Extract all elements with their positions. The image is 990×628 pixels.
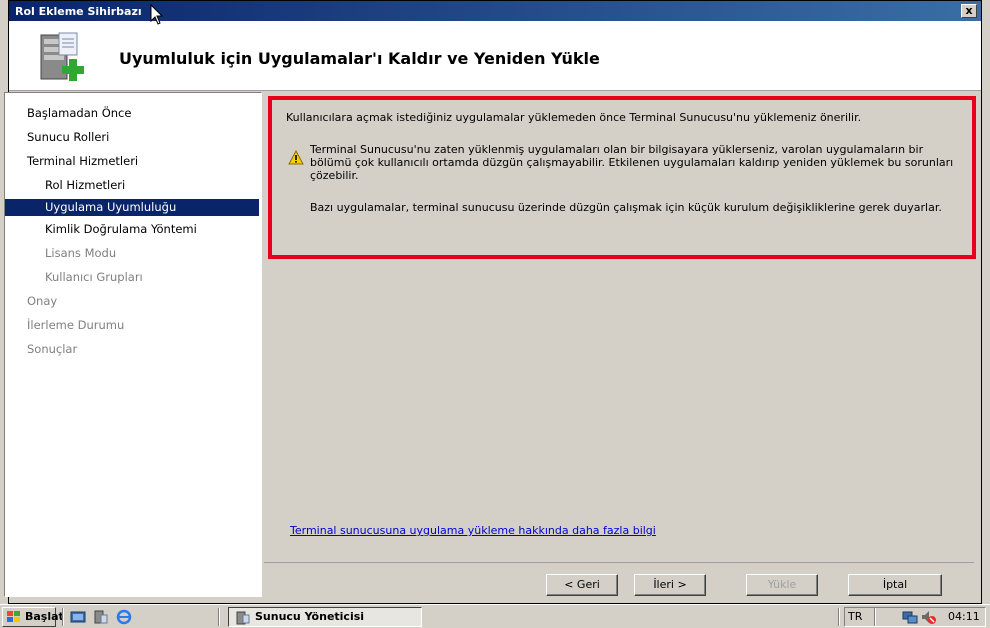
install-button[interactable]: Yükle xyxy=(746,574,818,596)
page-title: Uyumluluk için Uygulamalar'ı Kaldır ve Y… xyxy=(119,49,600,68)
network-icon[interactable] xyxy=(902,609,918,625)
cancel-button[interactable]: İptal xyxy=(848,574,942,596)
internet-explorer-icon[interactable] xyxy=(116,609,132,625)
nav-item-confirmation: Onay xyxy=(27,294,58,308)
nav-item-server-roles[interactable]: Sunucu Rolleri xyxy=(5,129,259,146)
volume-muted-icon[interactable] xyxy=(920,609,936,625)
server-manager-quicklaunch-icon[interactable] xyxy=(92,609,108,625)
back-button[interactable]: < Geri xyxy=(546,574,618,596)
server-add-icon xyxy=(40,32,84,81)
wizard-steps-nav: Başlamadan Önce Sunucu Rolleri Terminal … xyxy=(4,92,262,597)
window-title: Rol Ekleme Sihirbazı xyxy=(15,5,142,18)
language-indicator[interactable]: TR xyxy=(848,609,862,625)
nav-item-application-compatibility[interactable]: Uygulama Uyumluluğu xyxy=(5,199,259,216)
windows-logo-icon xyxy=(7,611,20,622)
server-manager-icon xyxy=(236,611,250,625)
nav-item-licensing-mode: Lisans Modu xyxy=(45,246,117,260)
taskbar-separator xyxy=(62,608,64,626)
start-label: Başlat xyxy=(25,610,64,623)
wizard-header: Uyumluluk için Uygulamalar'ı Kaldır ve Y… xyxy=(9,21,981,91)
nav-item-progress: İlerleme Durumu xyxy=(27,318,125,332)
task-sunucu-yoneticisi[interactable]: Sunucu Yöneticisi xyxy=(228,607,422,627)
nav-item-user-groups: Kullanıcı Grupları xyxy=(45,270,143,284)
nav-item-terminal-services[interactable]: Terminal Hizmetleri xyxy=(5,153,259,170)
nav-item-before-you-begin[interactable]: Başlamadan Önce xyxy=(5,105,259,122)
close-button[interactable]: x xyxy=(961,4,977,18)
clock[interactable]: 04:11 xyxy=(948,609,980,625)
mouse-cursor-icon xyxy=(150,4,164,25)
nav-item-results: Sonuçlar xyxy=(27,342,78,356)
taskbar-separator xyxy=(874,608,876,626)
next-button[interactable]: İleri > xyxy=(634,574,706,596)
nav-item-authentication-method[interactable]: Kimlik Doğrulama Yöntemi xyxy=(5,221,259,238)
task-label: Sunucu Yöneticisi xyxy=(255,610,365,623)
taskbar: Başlat Sunucu Yöneticisi TR 04:11 xyxy=(0,604,990,628)
taskbar-separator xyxy=(838,608,840,626)
taskbar-separator xyxy=(218,608,220,626)
nav-item-role-services[interactable]: Rol Hizmetleri xyxy=(5,177,259,194)
highlight-box xyxy=(268,96,976,259)
start-button[interactable]: Başlat xyxy=(2,607,64,627)
help-link[interactable]: Terminal sunucusuna uygulama yükleme hak… xyxy=(290,524,656,537)
show-desktop-icon[interactable] xyxy=(70,609,86,625)
